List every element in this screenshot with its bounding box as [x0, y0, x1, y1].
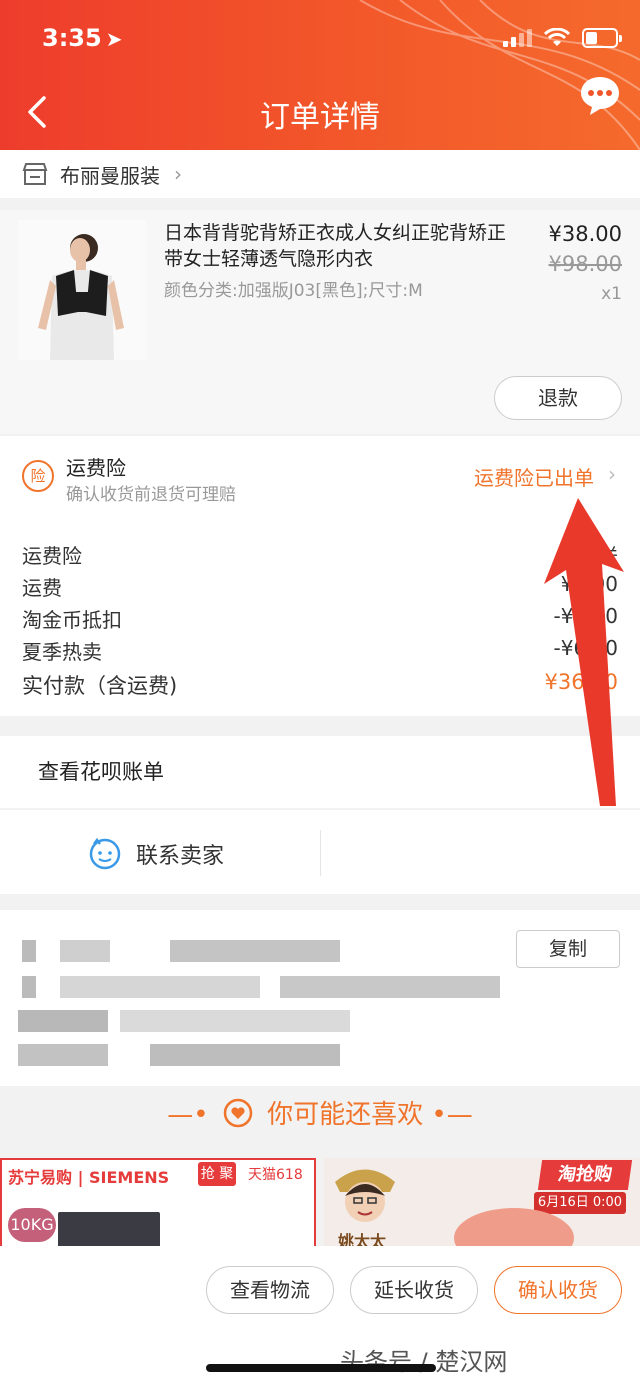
product-thumbnail[interactable]	[18, 220, 146, 360]
chevron-right-icon: ›	[608, 462, 616, 486]
product-quantity: x1	[601, 284, 622, 304]
refund-button[interactable]: 退款	[494, 376, 622, 420]
header-bar: 3:35 ➤ 订单详情	[0, 0, 640, 150]
battery-icon	[582, 28, 622, 48]
bottom-action-bar: 查看物流 延长收货 确认收货 头条号 / 楚汉网	[0, 1246, 640, 1387]
extend-receipt-button[interactable]: 延长收货	[350, 1266, 478, 1314]
fee-label: 运费险	[22, 544, 82, 568]
insurance-status[interactable]: 运费险已出单	[474, 462, 594, 491]
product-title[interactable]: 日本背背驼背矫正衣成人女纠正驼背矫正带女士轻薄透气隐形内衣	[164, 220, 524, 272]
page-title: 订单详情	[260, 100, 380, 135]
rec-product-image	[454, 1208, 574, 1248]
rec-badge: 抢 聚	[198, 1162, 236, 1186]
rec-tag: 10KG	[8, 1208, 56, 1242]
store-icon	[22, 163, 48, 185]
cellular-signal-icon	[503, 29, 532, 47]
redacted-text	[18, 1010, 108, 1032]
rec-brand: 姚太太	[338, 1232, 387, 1248]
total-label: 实付款（含运费)	[22, 674, 178, 698]
recommendation-card[interactable]: 姚太太 淘抢购 6月16日 0:00	[324, 1158, 640, 1248]
message-bubble-icon[interactable]	[578, 74, 622, 118]
redacted-text	[150, 1044, 340, 1066]
rec-brand: 苏宁易购 | SIEMENS	[8, 1168, 170, 1187]
shop-name: 布丽曼服装	[60, 163, 160, 188]
divider	[320, 830, 321, 876]
redacted-text	[280, 976, 500, 998]
redacted-text	[170, 940, 340, 962]
recommend-header: —• 你可能还喜欢 •—	[0, 1094, 640, 1138]
rec-product-image	[58, 1212, 160, 1246]
insurance-subtitle: 确认收货前退货可理赔	[66, 485, 236, 505]
annotation-arrow-icon	[544, 498, 624, 806]
status-time: 3:35 ➤	[42, 24, 123, 52]
contact-seller-button[interactable]: 联系卖家	[0, 810, 640, 894]
fee-label: 夏季热卖	[22, 640, 102, 664]
product-spec: 颜色分类:加强版J03[黑色];尺寸:M	[164, 281, 423, 301]
order-info: 复制	[0, 910, 640, 1086]
product-item[interactable]: 日本背背驼背矫正衣成人女纠正驼背矫正带女士轻薄透气隐形内衣 颜色分类:加强版J0…	[0, 210, 640, 434]
product-original-price: ¥98.00	[548, 252, 622, 276]
redacted-text	[60, 976, 260, 998]
redacted-text	[18, 1044, 108, 1066]
recommend-title: 你可能还喜欢	[267, 1100, 424, 1130]
redacted-text	[60, 940, 110, 962]
redacted-text	[120, 1010, 350, 1032]
fee-label: 淘金币抵扣	[22, 608, 122, 632]
chevron-right-icon: ›	[174, 162, 182, 186]
copy-button[interactable]: 复制	[516, 930, 620, 968]
customer-service-icon	[89, 837, 121, 870]
rec-badge: 淘抢购	[537, 1160, 633, 1190]
home-indicator[interactable]	[206, 1364, 436, 1372]
redacted-text	[22, 940, 36, 962]
product-image	[18, 220, 146, 360]
wifi-icon	[544, 28, 570, 46]
fee-label: 运费	[22, 576, 62, 600]
status-icons	[503, 28, 622, 48]
insurance-icon: 险	[22, 460, 54, 492]
recommendation-card[interactable]: 苏宁易购 | SIEMENS 抢 聚 天猫618 10KG	[0, 1158, 316, 1248]
rec-date: 6月16日 0:00	[534, 1192, 626, 1214]
view-logistics-button[interactable]: 查看物流	[206, 1266, 334, 1314]
redacted-text	[22, 976, 36, 998]
heart-icon	[223, 1098, 253, 1128]
recommend-left-dash: —•	[167, 1100, 209, 1130]
rec-sub: 天猫618	[248, 1167, 303, 1183]
product-price: ¥38.00	[548, 222, 622, 246]
confirm-receipt-button[interactable]: 确认收货	[494, 1266, 622, 1314]
shop-row[interactable]: 布丽曼服装 ›	[0, 150, 640, 198]
recommend-right-dash: •—	[431, 1100, 473, 1130]
insurance-title: 运费险	[66, 456, 126, 480]
location-icon: ➤	[105, 27, 123, 51]
contact-seller-label: 联系卖家	[136, 844, 225, 869]
